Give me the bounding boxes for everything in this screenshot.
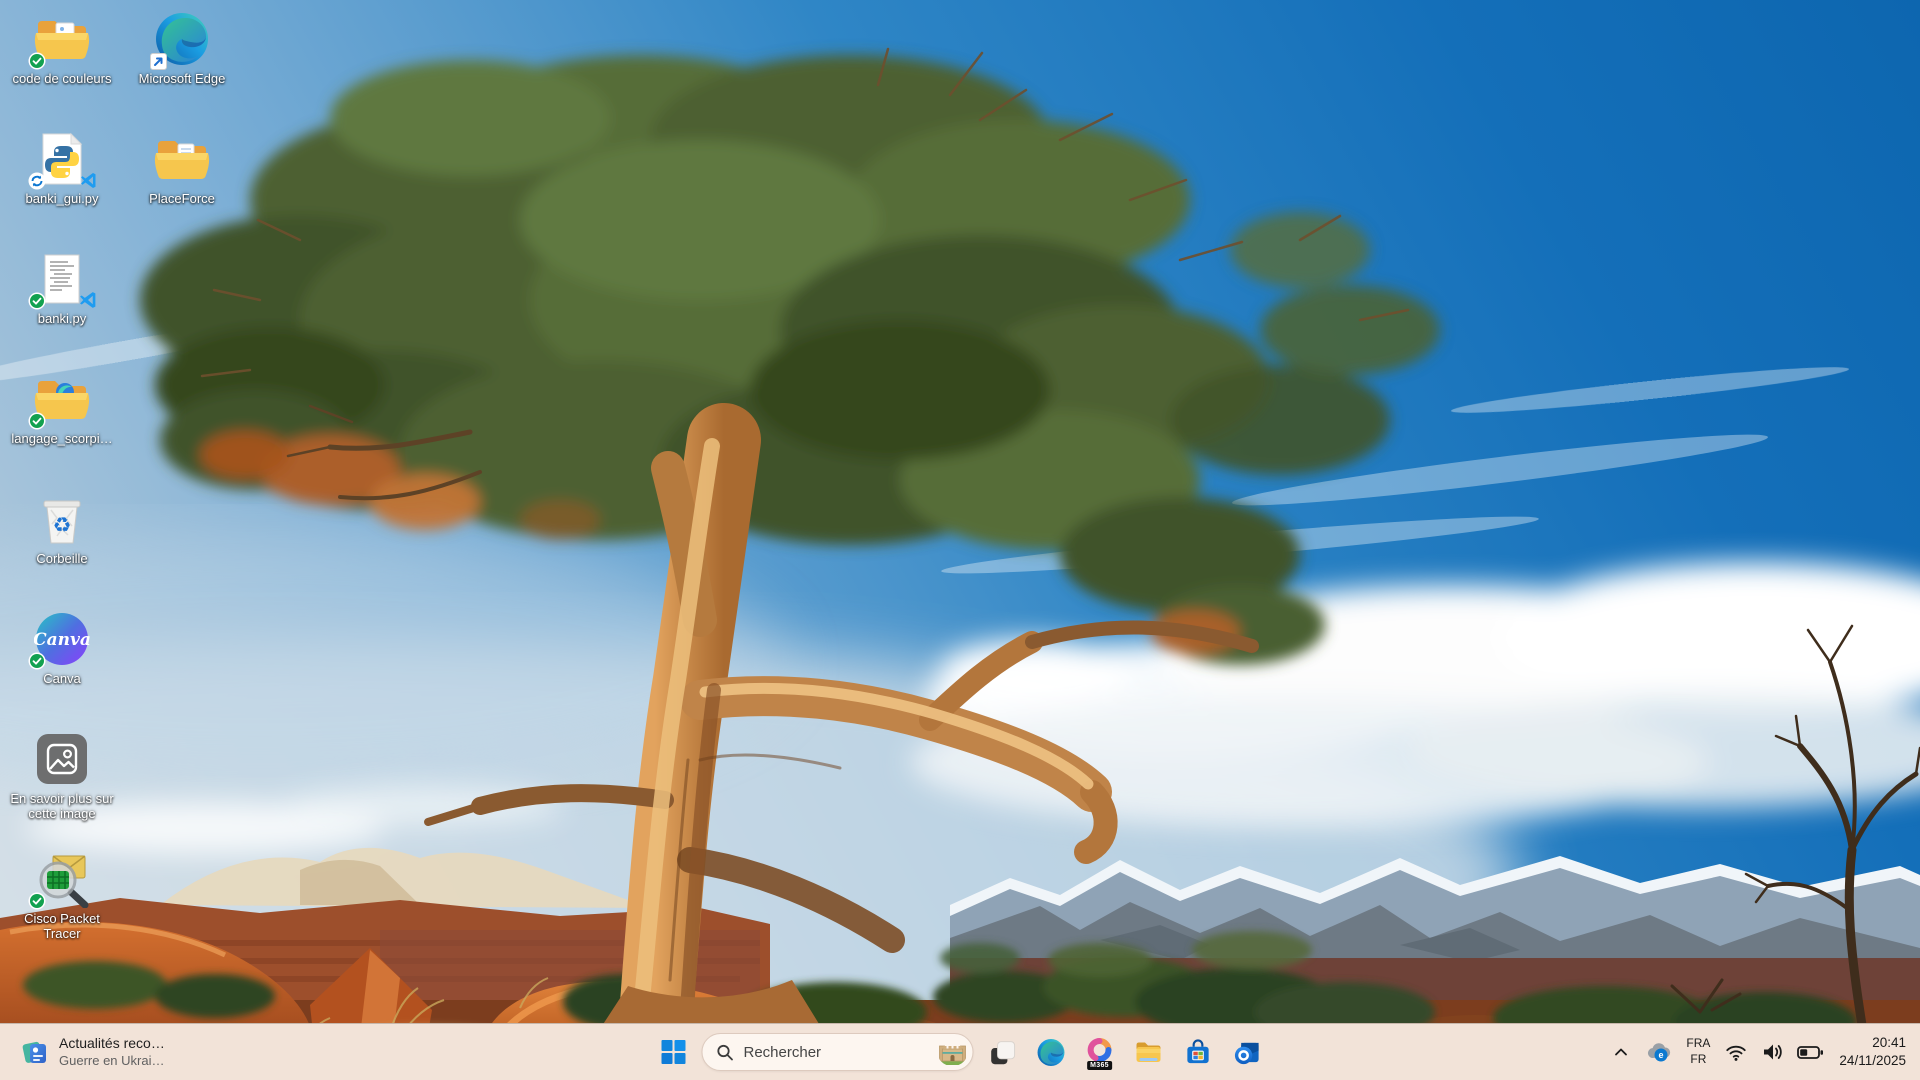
widgets-headline: Actualités reco… xyxy=(59,1035,165,1053)
start-button[interactable] xyxy=(653,1031,695,1073)
desktop-icon-label: PlaceForce xyxy=(149,191,215,206)
desktop-icon-image-info[interactable]: En savoir plus sur cette image xyxy=(6,730,118,822)
chevron-up-icon xyxy=(1610,1041,1632,1063)
desktop-icon-cisco-packet-tracer[interactable]: Cisco Packet Tracer xyxy=(6,850,118,942)
edge-taskbar-button[interactable] xyxy=(1030,1031,1072,1073)
edge-icon xyxy=(1036,1038,1065,1067)
onedrive-synced-icon xyxy=(28,292,46,310)
task-view-button[interactable] xyxy=(981,1031,1023,1073)
volume-icon xyxy=(1760,1040,1784,1064)
file-explorer-icon xyxy=(1134,1037,1164,1067)
widgets-button[interactable]: Actualités reco… Guerre en Ukrai… xyxy=(10,1024,175,1080)
m365-copilot-button[interactable]: M365 xyxy=(1079,1031,1121,1073)
desktop-icon-banki-py[interactable]: banki.py xyxy=(6,250,118,326)
time-text: 20:41 xyxy=(1872,1034,1906,1052)
outlook-icon xyxy=(1232,1038,1261,1067)
hidden-icons-button[interactable] xyxy=(1605,1031,1637,1073)
text-document-icon xyxy=(42,253,82,305)
volume-button[interactable] xyxy=(1755,1031,1789,1073)
desktop-icon-label: banki_gui.py xyxy=(26,191,99,206)
desktop-icon-label: Corbeille xyxy=(36,551,87,566)
keyboard-layout: FR xyxy=(1690,1052,1706,1068)
microsoft-store-button[interactable] xyxy=(1177,1031,1219,1073)
windows-start-icon xyxy=(661,1039,687,1065)
search-placeholder: Rechercher xyxy=(744,1044,928,1061)
desktop-icon-label: langage_scorpi… xyxy=(11,431,112,446)
desktop-icon-label: Canva xyxy=(43,671,81,686)
desktop-icon-canva[interactable]: Canva Canva xyxy=(6,610,118,686)
widgets-news-icon xyxy=(20,1037,50,1067)
shortcut-arrow-icon xyxy=(150,53,167,70)
onedrive-tray-button[interactable]: e xyxy=(1639,1031,1677,1073)
outlook-button[interactable] xyxy=(1226,1031,1268,1073)
desktop-icon-grid: code de couleurs xyxy=(0,0,1920,1080)
desktop-icon-microsoft-edge[interactable]: Microsoft Edge xyxy=(126,10,238,86)
battery-button[interactable] xyxy=(1791,1031,1829,1073)
desktop-icon-label: En savoir plus sur cette image xyxy=(10,791,114,822)
onedrive-sync-icon xyxy=(28,172,46,190)
castle-thumbnail-icon xyxy=(938,1039,968,1065)
vscode-badge-icon xyxy=(78,290,98,310)
desktop-icon-label: banki.py xyxy=(38,311,86,326)
desktop-icon-code-de-couleurs[interactable]: code de couleurs xyxy=(6,10,118,86)
desktop-icon-corbeille[interactable]: ♻ Corbeille xyxy=(6,490,118,566)
image-info-icon xyxy=(36,733,88,785)
taskbar: Actualités reco… Guerre en Ukrai… Recher… xyxy=(0,1023,1920,1080)
desktop-icon-langage-scorpi[interactable]: langage_scorpi… xyxy=(6,370,118,446)
search-box[interactable]: Rechercher xyxy=(702,1033,974,1071)
date-text: 24/11/2025 xyxy=(1839,1052,1906,1070)
battery-icon xyxy=(1796,1040,1824,1064)
search-daily-image xyxy=(938,1038,968,1066)
system-tray: e FRA FR xyxy=(1605,1024,1914,1080)
file-explorer-button[interactable] xyxy=(1128,1031,1170,1073)
onedrive-synced-icon xyxy=(28,412,46,430)
desktop-icon-label: code de couleurs xyxy=(12,71,111,86)
m365-badge: M365 xyxy=(1087,1061,1112,1070)
microsoft-store-icon xyxy=(1183,1038,1212,1067)
onedrive-synced-icon xyxy=(28,52,46,70)
desktop-icon-label: Cisco Packet Tracer xyxy=(10,911,114,942)
widgets-subheadline: Guerre en Ukrai… xyxy=(59,1053,165,1069)
svg-text:♻: ♻ xyxy=(53,513,72,537)
wifi-icon xyxy=(1724,1040,1748,1064)
python-file-icon xyxy=(40,132,84,186)
recycle-bin-icon: ♻ xyxy=(39,492,85,546)
onedrive-synced-icon xyxy=(28,892,46,910)
search-icon xyxy=(717,1044,734,1061)
language-indicator[interactable]: FRA FR xyxy=(1679,1031,1717,1073)
onedrive-cloud-icon: e xyxy=(1644,1040,1672,1064)
task-view-icon xyxy=(988,1039,1015,1066)
desktop-icon-placeforce[interactable]: PlaceForce xyxy=(126,130,238,206)
svg-text:Canva: Canva xyxy=(34,630,90,650)
desktop-icon-label: Microsoft Edge xyxy=(139,71,226,86)
folder-icon xyxy=(154,135,210,183)
onedrive-synced-icon xyxy=(28,652,46,670)
language-code: FRA xyxy=(1686,1036,1710,1052)
svg-text:e: e xyxy=(1659,1050,1664,1060)
vscode-badge-icon xyxy=(79,171,98,190)
network-button[interactable] xyxy=(1719,1031,1753,1073)
clock[interactable]: 20:41 24/11/2025 xyxy=(1831,1031,1914,1073)
desktop-icon-banki-gui-py[interactable]: banki_gui.py xyxy=(6,130,118,206)
taskbar-center: Rechercher xyxy=(653,1024,1268,1080)
